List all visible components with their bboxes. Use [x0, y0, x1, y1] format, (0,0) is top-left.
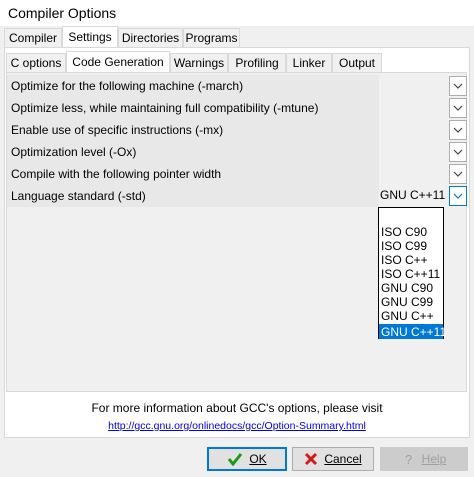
ok-label: OK	[249, 452, 267, 466]
svg-text:?: ?	[405, 452, 412, 466]
checkmark-icon	[228, 453, 243, 466]
ok-button[interactable]: OK	[207, 447, 287, 471]
option-row-mtune: Optimize less, while maintaining full co…	[7, 97, 379, 119]
chevron-down-icon	[453, 171, 463, 177]
dropdown-item-gnu-c90[interactable]: GNU C90	[379, 280, 443, 295]
option-label: Optimization level (-Ox)	[11, 145, 137, 159]
tab-warnings[interactable]: Warnings	[170, 53, 228, 72]
pointer-width-dropdown-button[interactable]	[449, 164, 467, 184]
info-link-wrap: http://gcc.gnu.org/onlinedocs/gcc/Option…	[0, 418, 474, 432]
chevron-down-icon	[453, 105, 463, 111]
option-row-std: Language standard (-std)	[7, 185, 379, 207]
tab-settings[interactable]: Settings	[62, 26, 118, 47]
option-label: Language standard (-std)	[11, 189, 146, 203]
option-label: Enable use of specific instructions (-mx…	[11, 123, 224, 137]
option-label: Optimize less, while maintaining full co…	[11, 101, 319, 115]
dropdown-item-gnu-c99[interactable]: GNU C99	[379, 294, 443, 309]
cancel-label: Cancel	[324, 452, 362, 466]
option-row-mx: Enable use of specific instructions (-mx…	[7, 119, 379, 141]
chevron-down-icon	[453, 127, 463, 133]
cancel-button[interactable]: Cancel	[292, 447, 374, 471]
dropdown-item-iso-c90[interactable]: ISO C90	[379, 224, 443, 239]
window-title: Compiler Options	[8, 5, 117, 21]
option-row-march: Optimize for the following machine (-mar…	[7, 75, 379, 97]
dropdown-item-empty[interactable]	[379, 210, 443, 225]
dropdown-item-iso-c99[interactable]: ISO C99	[379, 238, 443, 253]
dropdown-item-gnu-cpp[interactable]: GNU C++	[379, 308, 443, 323]
tab-directories[interactable]: Directories	[118, 28, 183, 47]
chevron-down-icon	[453, 83, 463, 89]
mtune-dropdown-button[interactable]	[449, 98, 467, 118]
std-selected-value: GNU C++11	[380, 188, 446, 202]
main-tab-strip: Compiler Settings Directories Programs	[4, 26, 244, 48]
march-dropdown-button[interactable]	[449, 76, 467, 96]
tab-output[interactable]: Output	[332, 53, 382, 72]
option-row-pointer-width: Compile with the following pointer width	[7, 163, 379, 185]
chevron-down-icon	[453, 193, 463, 199]
help-button[interactable]: ? Help	[380, 447, 468, 471]
dropdown-item-gnu-cpp11[interactable]: GNU C++11	[379, 324, 446, 339]
tab-programs[interactable]: Programs	[183, 28, 240, 47]
tab-linker[interactable]: Linker	[286, 53, 332, 72]
sub-tab-strip: C options Code Generation Warnings Profi…	[6, 51, 386, 73]
option-label: Optimize for the following machine (-mar…	[11, 79, 244, 93]
tab-compiler[interactable]: Compiler	[4, 28, 62, 47]
x-icon	[305, 452, 318, 466]
help-label: Help	[421, 452, 447, 466]
option-label: Compile with the following pointer width	[11, 167, 222, 181]
std-dropdown-list: ISO C90 ISO C99 ISO C++ ISO C++11 GNU C9…	[378, 207, 446, 339]
info-text: For more information about GCC's options…	[91, 401, 383, 415]
tab-code-generation[interactable]: Code Generation	[66, 51, 170, 72]
dropdown-item-iso-cpp[interactable]: ISO C++	[379, 252, 443, 267]
help-icon: ?	[405, 452, 412, 466]
option-row-ox: Optimization level (-Ox)	[7, 141, 379, 163]
mx-dropdown-button[interactable]	[449, 120, 467, 140]
tab-profiling[interactable]: Profiling	[228, 53, 286, 72]
chevron-down-icon	[453, 149, 463, 155]
tab-c-options[interactable]: C options	[6, 53, 66, 72]
std-dropdown-button[interactable]	[449, 186, 467, 206]
dropdown-item-iso-cpp11[interactable]: ISO C++11	[379, 266, 443, 281]
gcc-options-link[interactable]: http://gcc.gnu.org/onlinedocs/gcc/Option…	[108, 420, 366, 432]
ox-dropdown-button[interactable]	[449, 142, 467, 162]
